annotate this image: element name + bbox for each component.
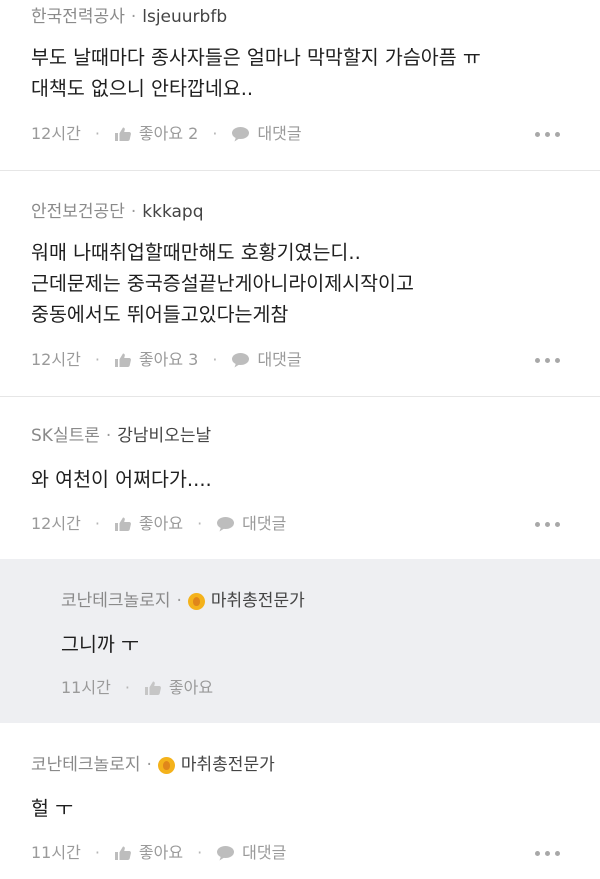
thumbs-up-icon	[114, 126, 132, 142]
comment-header: SK실트론 · 강남비오는날	[31, 425, 211, 447]
separator-dot: ·	[130, 202, 137, 222]
comment-body-line: 부도 날때마다 종사자들은 얼마나 막막할지 가슴아픔 ㅠ	[31, 46, 481, 69]
comment-body-line: 헐 ㅜ	[31, 797, 74, 820]
more-options-icon[interactable]	[535, 356, 560, 364]
separator-dot: ·	[130, 7, 137, 27]
company-name[interactable]: SK실트론	[31, 425, 100, 447]
separator-dot: ·	[124, 678, 130, 697]
comment-meta: 12시간 · 좋아요 · 대댓글	[31, 513, 286, 535]
reply-button[interactable]: 대댓글	[216, 842, 286, 864]
separator-dot: ·	[212, 350, 218, 369]
separator-dot: ·	[197, 843, 203, 862]
company-name[interactable]: 한국전력공사	[31, 6, 125, 28]
separator-dot: ·	[105, 426, 112, 446]
comment-header: 안전보건공단 · kkkapq	[31, 201, 204, 223]
reply-label: 대댓글	[257, 350, 302, 369]
comment-body: 와 여천이 어쩌다가....	[31, 464, 212, 495]
separator-dot: ·	[146, 755, 152, 775]
company-name[interactable]: 코난테크놀로지	[31, 754, 140, 776]
comment-header: 코난테크놀로지 · 마취총전문가	[31, 754, 275, 776]
like-label: 좋아요 2	[138, 124, 199, 143]
like-label: 좋아요	[168, 678, 214, 697]
separator-dot: ·	[176, 591, 182, 611]
comment-body-line: 와 여천이 어쩌다가....	[31, 468, 212, 491]
company-name[interactable]: 코난테크놀로지	[61, 590, 170, 612]
gold-medal-icon	[187, 592, 205, 610]
like-button[interactable]: 좋아요 3	[114, 349, 198, 371]
reply-label: 대댓글	[257, 124, 302, 143]
separator-dot: ·	[212, 124, 218, 143]
nickname[interactable]: 강남비오는날	[117, 425, 211, 447]
gold-medal-icon	[157, 756, 175, 774]
speech-bubble-icon	[231, 352, 250, 368]
comment-body: 헐 ㅜ	[31, 793, 73, 824]
like-label: 좋아요 3	[138, 350, 199, 369]
comment-item: SK실트론 · 강남비오는날 와 여천이 어쩌다가.... 12시간 · 좋아요…	[0, 397, 600, 559]
more-options-icon[interactable]	[535, 849, 560, 857]
more-options-icon[interactable]	[535, 130, 560, 138]
comment-time: 12시간	[31, 514, 81, 533]
like-label: 좋아요	[138, 514, 184, 533]
comment-item: 안전보건공단 · kkkapq 워매 나때취업할때만해도 호황기였는디.. 근데…	[0, 171, 600, 396]
comment-item: 한국전력공사 · lsjeuurbfb 부도 날때마다 종사자들은 얼마나 막막…	[0, 0, 600, 170]
like-button[interactable]: 좋아요	[144, 677, 213, 699]
comment-meta: 11시간 · 좋아요	[61, 677, 213, 699]
comment-time: 11시간	[31, 843, 81, 862]
like-button[interactable]: 좋아요	[114, 513, 183, 535]
more-options-icon[interactable]	[535, 520, 560, 528]
thumbs-up-icon	[114, 352, 132, 368]
speech-bubble-icon	[231, 126, 250, 142]
separator-dot: ·	[197, 514, 203, 533]
company-name[interactable]: 안전보건공단	[31, 201, 125, 223]
reply-button[interactable]: 대댓글	[216, 513, 286, 535]
nickname[interactable]: lsjeuurbfb	[142, 6, 227, 28]
comment-item: 코난테크놀로지 · 마취총전문가 헐 ㅜ 11시간 · 좋아요 · 대댓글	[0, 723, 600, 879]
comment-meta: 11시간 · 좋아요 · 대댓글	[31, 842, 286, 864]
nickname[interactable]: 마취총전문가	[181, 754, 275, 776]
nickname[interactable]: 마취총전문가	[211, 590, 305, 612]
comment-time: 12시간	[31, 124, 81, 143]
reply-comment-item: 코난테크놀로지 · 마취총전문가 그니까 ㅜ 11시간 · 좋아요	[0, 559, 600, 723]
comment-time: 12시간	[31, 350, 81, 369]
comment-body: 그니까 ㅜ	[61, 629, 139, 660]
comment-body-line: 근데문제는 중국증설끝난게아니라이제시작이고	[31, 272, 414, 295]
comment-meta: 12시간 · 좋아요 2 · 대댓글	[31, 123, 302, 145]
comment-body-line: 대책도 없으니 안타깝네요..	[31, 77, 254, 100]
reply-label: 대댓글	[242, 843, 287, 862]
speech-bubble-icon	[216, 845, 235, 861]
comment-body: 부도 날때마다 종사자들은 얼마나 막막할지 가슴아픔 ㅠ 대책도 없으니 안타…	[31, 42, 481, 104]
comment-body-line: 워매 나때취업할때만해도 호황기였는디..	[31, 241, 361, 264]
separator-dot: ·	[94, 350, 100, 369]
like-button[interactable]: 좋아요	[114, 842, 183, 864]
like-label: 좋아요	[138, 843, 184, 862]
comment-header: 한국전력공사 · lsjeuurbfb	[31, 6, 227, 28]
reply-label: 대댓글	[242, 514, 287, 533]
like-button[interactable]: 좋아요 2	[114, 123, 198, 145]
thumbs-up-icon	[144, 680, 162, 696]
comment-body: 워매 나때취업할때만해도 호황기였는디.. 근데문제는 중국증설끝난게아니라이제…	[31, 237, 414, 330]
separator-dot: ·	[94, 514, 100, 533]
thumbs-up-icon	[114, 516, 132, 532]
comment-header: 코난테크놀로지 · 마취총전문가	[61, 590, 305, 612]
comment-body-line: 그니까 ㅜ	[61, 633, 139, 656]
separator-dot: ·	[94, 843, 100, 862]
comment-time: 11시간	[61, 678, 111, 697]
separator-dot: ·	[94, 124, 100, 143]
speech-bubble-icon	[216, 516, 235, 532]
reply-button[interactable]: 대댓글	[231, 123, 302, 145]
comment-body-line: 중동에서도 뛰어들고있다는게참	[31, 303, 289, 326]
thumbs-up-icon	[114, 845, 132, 861]
reply-button[interactable]: 대댓글	[231, 349, 302, 371]
nickname[interactable]: kkkapq	[142, 201, 203, 223]
comment-meta: 12시간 · 좋아요 3 · 대댓글	[31, 349, 302, 371]
